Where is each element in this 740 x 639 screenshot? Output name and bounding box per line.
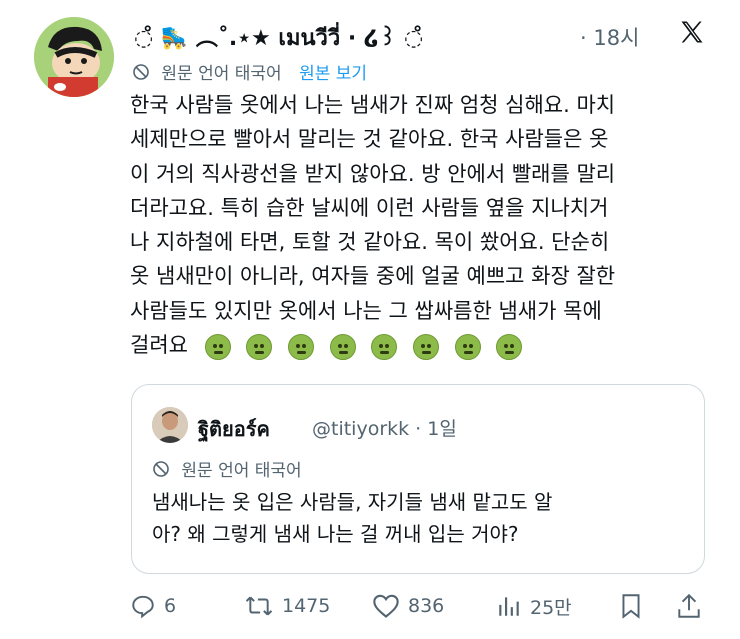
quoted-tweet[interactable]: ฐิติยอร์ค @titiyorkk · 1일 원문 언어 태국어 냄새나는…	[131, 384, 705, 574]
body-line: 옷 냄새만이 아니라, 여자들 중에 얼굴 예쁘고 화장 잘한	[130, 264, 616, 289]
translate-icon	[133, 63, 149, 80]
quote-avatar[interactable]	[152, 407, 188, 443]
body-line: 세제만으로 빨아서 말리는 것 같아요. 한국 사람들은 옷	[130, 127, 609, 152]
person-avatar-icon	[152, 407, 188, 443]
nauseated-face-emoji	[454, 333, 481, 360]
quote-author-name[interactable]: ฐิติยอร์ค	[198, 413, 270, 445]
body-line: 사람들도 있지만 옷에서 나는 그 쌉싸름한 냄새가 목에	[130, 298, 602, 323]
translation-bar: 원문 언어 태국어 원본 보기	[132, 59, 367, 85]
quote-translation-label: 원문 언어 태국어	[181, 461, 302, 481]
emoji-row	[204, 329, 532, 363]
repost-icon	[245, 596, 273, 616]
quote-author-handle[interactable]: @titiyorkk · 1일	[312, 414, 457, 441]
nauseated-face-emoji	[204, 333, 231, 360]
action-bar: 6 1475 836 25만	[130, 588, 710, 624]
body-line-last: 걸려요	[130, 328, 710, 363]
quote-translation-bar: 원문 언어 태국어	[152, 456, 302, 481]
nauseated-face-emoji	[288, 333, 315, 360]
translate-icon	[153, 460, 169, 477]
nauseated-face-emoji	[496, 333, 523, 360]
share-icon	[678, 593, 700, 618]
body-line: 더라고요. 특히 습한 날씨에 이런 사람들 옆을 지나치거	[130, 195, 609, 220]
x-logo-icon	[681, 21, 703, 43]
quote-line: 아? 왜 그렇게 냄새 나는 걸 꺼내 입는 거야?	[152, 522, 519, 546]
quote-line: 냄새나는 옷 입은 사람들, 자기들 냄새 맡고도 알	[152, 490, 553, 514]
body-line: 나 지하철에 타면, 토할 것 같아요. 목이 쐈어요. 단순히	[130, 230, 610, 255]
cartoon-avatar-icon	[34, 17, 114, 97]
author-display-name[interactable]: ◌̊ 🛼 ︵˚.⋆★ เมนวีวี่ · ໒꒱ ◌̊	[134, 20, 423, 55]
body-line: 한국 사람들 옷에서 나는 냄새가 진짜 엄청 심해요. 마치	[130, 93, 616, 117]
quote-body: 냄새나는 옷 입은 사람들, 자기들 냄새 맡고도 알 아? 왜 그렇게 냄새 …	[152, 486, 672, 550]
like-button[interactable]: 836	[372, 588, 444, 624]
view-original-link[interactable]: 원본 보기	[299, 64, 367, 84]
repost-count: 1475	[282, 595, 331, 617]
reply-count: 6	[164, 595, 177, 617]
heart-icon	[373, 594, 399, 618]
reply-button[interactable]: 6	[130, 588, 176, 624]
tweet-header: ◌̊ 🛼 ︵˚.⋆★ เมนวีวี่ · ໒꒱ ◌̊ · 18시	[130, 16, 720, 52]
views-button[interactable]: 25만	[496, 588, 572, 624]
nauseated-face-emoji	[246, 333, 273, 360]
author-avatar[interactable]	[34, 17, 114, 97]
nauseated-face-emoji	[329, 333, 356, 360]
share-button[interactable]	[676, 588, 710, 624]
post-time[interactable]: · 18시	[580, 22, 639, 52]
repost-button[interactable]: 1475	[244, 588, 330, 624]
view-count: 25만	[530, 596, 572, 619]
views-chart-icon	[499, 597, 519, 616]
bookmark-icon	[622, 594, 640, 619]
like-count: 836	[408, 595, 445, 617]
body-line: 이 거의 직사광선을 받지 않아요. 방 안에서 빨래를 말리	[130, 161, 616, 186]
nauseated-face-emoji	[413, 333, 440, 360]
bookmark-button[interactable]	[618, 588, 652, 624]
body-line: 걸려요	[130, 333, 188, 358]
reply-icon	[132, 595, 154, 619]
nauseated-face-emoji	[371, 333, 398, 360]
tweet-body: 한국 사람들 옷에서 나는 냄새가 진짜 엄청 심해요. 마치 세제만으로 빨아…	[130, 88, 710, 363]
translation-label: 원문 언어 태국어	[161, 64, 282, 84]
